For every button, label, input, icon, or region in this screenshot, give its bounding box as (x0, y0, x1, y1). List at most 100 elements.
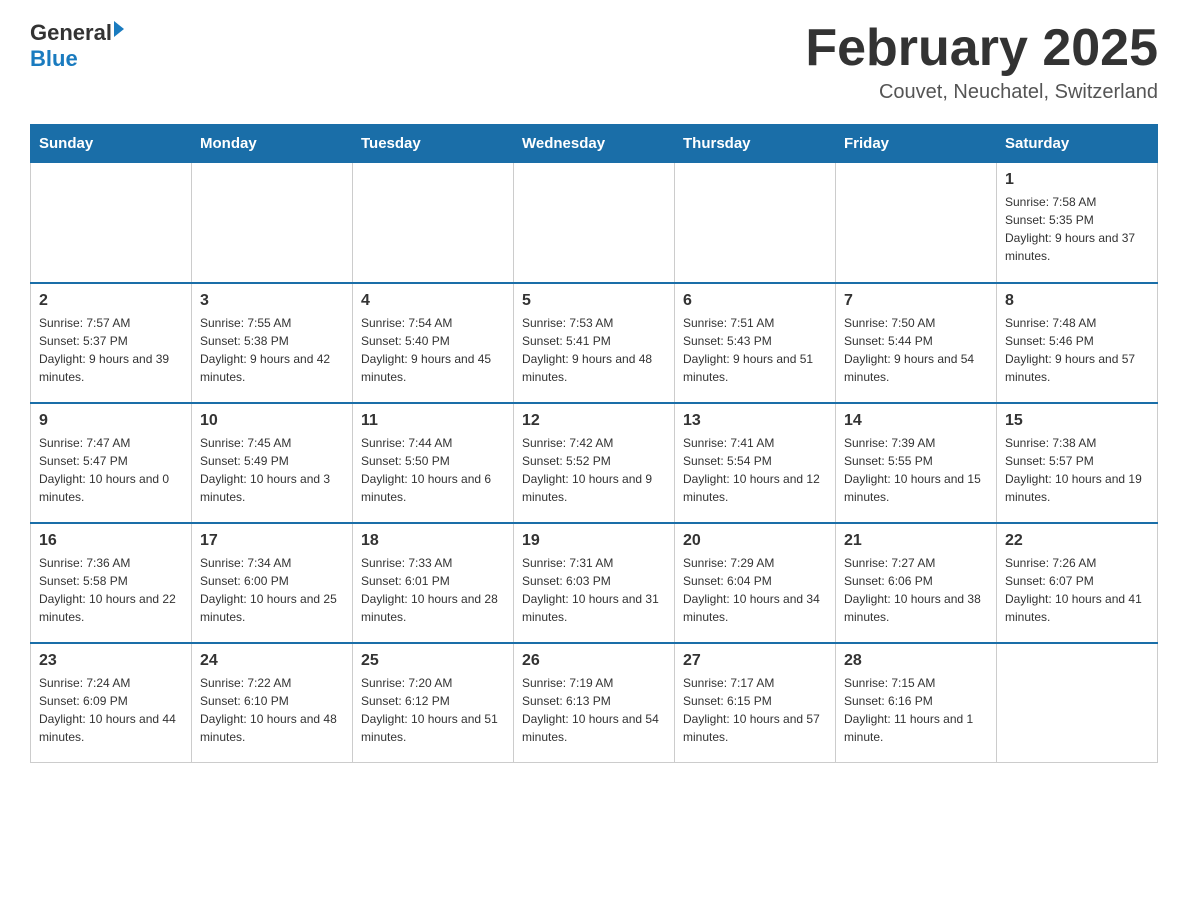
calendar-cell: 15 Sunrise: 7:38 AMSunset: 5:57 PMDayligh… (997, 403, 1158, 523)
calendar-cell: 9 Sunrise: 7:47 AMSunset: 5:47 PMDaylight… (31, 403, 192, 523)
day-info: Sunrise: 7:48 AMSunset: 5:46 PMDaylight:… (1005, 314, 1149, 386)
day-number: 11 (361, 412, 505, 430)
day-number: 9 (39, 412, 183, 430)
day-number: 28 (844, 652, 988, 670)
day-info: Sunrise: 7:31 AMSunset: 6:03 PMDaylight:… (522, 554, 666, 626)
calendar-cell: 2 Sunrise: 7:57 AMSunset: 5:37 PMDaylight… (31, 283, 192, 403)
calendar-cell: 24 Sunrise: 7:22 AMSunset: 6:10 PMDayligh… (192, 643, 353, 763)
calendar-cell: 1 Sunrise: 7:58 AMSunset: 5:35 PMDaylight… (997, 163, 1158, 283)
calendar-week-row: 16 Sunrise: 7:36 AMSunset: 5:58 PMDayligh… (31, 523, 1158, 643)
calendar-header-sunday: Sunday (31, 125, 192, 163)
day-info: Sunrise: 7:41 AMSunset: 5:54 PMDaylight:… (683, 434, 827, 506)
calendar-cell: 13 Sunrise: 7:41 AMSunset: 5:54 PMDayligh… (675, 403, 836, 523)
calendar-cell: 16 Sunrise: 7:36 AMSunset: 5:58 PMDayligh… (31, 523, 192, 643)
day-number: 21 (844, 532, 988, 550)
day-number: 19 (522, 532, 666, 550)
day-number: 10 (200, 412, 344, 430)
calendar-cell (353, 163, 514, 283)
calendar-header-monday: Monday (192, 125, 353, 163)
calendar-cell: 25 Sunrise: 7:20 AMSunset: 6:12 PMDayligh… (353, 643, 514, 763)
day-info: Sunrise: 7:51 AMSunset: 5:43 PMDaylight:… (683, 314, 827, 386)
calendar-cell: 26 Sunrise: 7:19 AMSunset: 6:13 PMDayligh… (514, 643, 675, 763)
day-info: Sunrise: 7:47 AMSunset: 5:47 PMDaylight:… (39, 434, 183, 506)
day-info: Sunrise: 7:44 AMSunset: 5:50 PMDaylight:… (361, 434, 505, 506)
calendar-cell: 7Sunrise: 7:50 AMSunset: 5:44 PMDaylight… (836, 283, 997, 403)
day-info: Sunrise: 7:38 AMSunset: 5:57 PMDaylight:… (1005, 434, 1149, 506)
calendar-header-wednesday: Wednesday (514, 125, 675, 163)
calendar-cell: 14 Sunrise: 7:39 AMSunset: 5:55 PMDayligh… (836, 403, 997, 523)
day-number: 25 (361, 652, 505, 670)
day-number: 22 (1005, 532, 1149, 550)
day-info: Sunrise: 7:57 AMSunset: 5:37 PMDaylight:… (39, 314, 183, 386)
day-number: 7 (844, 292, 988, 310)
day-info: Sunrise: 7:24 AMSunset: 6:09 PMDaylight:… (39, 674, 183, 746)
calendar-title: February 2025 (805, 20, 1158, 77)
day-info: Sunrise: 7:58 AMSunset: 5:35 PMDaylight:… (1005, 193, 1149, 265)
calendar-table: SundayMondayTuesdayWednesdayThursdayFrid… (30, 124, 1158, 763)
calendar-cell: 3Sunrise: 7:55 AMSunset: 5:38 PMDaylight… (192, 283, 353, 403)
calendar-cell: 12 Sunrise: 7:42 AMSunset: 5:52 PMDayligh… (514, 403, 675, 523)
day-info: Sunrise: 7:55 AMSunset: 5:38 PMDaylight:… (200, 314, 344, 386)
day-number: 16 (39, 532, 183, 550)
day-number: 13 (683, 412, 827, 430)
calendar-cell: 21 Sunrise: 7:27 AMSunset: 6:06 PMDayligh… (836, 523, 997, 643)
calendar-header-row: SundayMondayTuesdayWednesdayThursdayFrid… (31, 125, 1158, 163)
calendar-cell: 23 Sunrise: 7:24 AMSunset: 6:09 PMDayligh… (31, 643, 192, 763)
logo-general-text: General (30, 20, 112, 46)
calendar-cell: 8Sunrise: 7:48 AMSunset: 5:46 PMDaylight… (997, 283, 1158, 403)
day-number: 26 (522, 652, 666, 670)
day-info: Sunrise: 7:54 AMSunset: 5:40 PMDaylight:… (361, 314, 505, 386)
day-info: Sunrise: 7:19 AMSunset: 6:13 PMDaylight:… (522, 674, 666, 746)
day-number: 18 (361, 532, 505, 550)
day-number: 23 (39, 652, 183, 670)
day-info: Sunrise: 7:22 AMSunset: 6:10 PMDaylight:… (200, 674, 344, 746)
day-number: 14 (844, 412, 988, 430)
day-number: 20 (683, 532, 827, 550)
calendar-cell: 4 Sunrise: 7:54 AMSunset: 5:40 PMDaylight… (353, 283, 514, 403)
calendar-cell: 11 Sunrise: 7:44 AMSunset: 5:50 PMDayligh… (353, 403, 514, 523)
day-info: Sunrise: 7:45 AMSunset: 5:49 PMDaylight:… (200, 434, 344, 506)
day-info: Sunrise: 7:29 AMSunset: 6:04 PMDaylight:… (683, 554, 827, 626)
calendar-cell: 22Sunrise: 7:26 AMSunset: 6:07 PMDayligh… (997, 523, 1158, 643)
day-number: 12 (522, 412, 666, 430)
day-info: Sunrise: 7:27 AMSunset: 6:06 PMDaylight:… (844, 554, 988, 626)
day-info: Sunrise: 7:34 AMSunset: 6:00 PMDaylight:… (200, 554, 344, 626)
calendar-cell: 27Sunrise: 7:17 AMSunset: 6:15 PMDayligh… (675, 643, 836, 763)
day-number: 4 (361, 292, 505, 310)
day-info: Sunrise: 7:53 AMSunset: 5:41 PMDaylight:… (522, 314, 666, 386)
day-info: Sunrise: 7:42 AMSunset: 5:52 PMDaylight:… (522, 434, 666, 506)
calendar-header-thursday: Thursday (675, 125, 836, 163)
calendar-cell: 18 Sunrise: 7:33 AMSunset: 6:01 PMDayligh… (353, 523, 514, 643)
logo: General Blue (30, 20, 124, 72)
calendar-cell: 6Sunrise: 7:51 AMSunset: 5:43 PMDaylight… (675, 283, 836, 403)
day-info: Sunrise: 7:17 AMSunset: 6:15 PMDaylight:… (683, 674, 827, 746)
day-number: 5 (522, 292, 666, 310)
calendar-cell: 28 Sunrise: 7:15 AMSunset: 6:16 PMDayligh… (836, 643, 997, 763)
day-number: 2 (39, 292, 183, 310)
calendar-subtitle: Couvet, Neuchatel, Switzerland (805, 81, 1158, 104)
day-number: 17 (200, 532, 344, 550)
day-info: Sunrise: 7:20 AMSunset: 6:12 PMDaylight:… (361, 674, 505, 746)
day-number: 15 (1005, 412, 1149, 430)
calendar-header-friday: Friday (836, 125, 997, 163)
calendar-week-row: 2 Sunrise: 7:57 AMSunset: 5:37 PMDaylight… (31, 283, 1158, 403)
day-number: 24 (200, 652, 344, 670)
day-info: Sunrise: 7:39 AMSunset: 5:55 PMDaylight:… (844, 434, 988, 506)
day-info: Sunrise: 7:15 AMSunset: 6:16 PMDaylight:… (844, 674, 988, 746)
calendar-header-tuesday: Tuesday (353, 125, 514, 163)
calendar-cell: 17 Sunrise: 7:34 AMSunset: 6:00 PMDayligh… (192, 523, 353, 643)
logo-blue-text: Blue (30, 46, 78, 72)
calendar-cell (997, 643, 1158, 763)
calendar-cell (31, 163, 192, 283)
calendar-cell: 5 Sunrise: 7:53 AMSunset: 5:41 PMDaylight… (514, 283, 675, 403)
calendar-cell (836, 163, 997, 283)
title-block: February 2025 Couvet, Neuchatel, Switzer… (805, 20, 1158, 104)
calendar-week-row: 9 Sunrise: 7:47 AMSunset: 5:47 PMDaylight… (31, 403, 1158, 523)
day-number: 1 (1005, 171, 1149, 189)
day-info: Sunrise: 7:33 AMSunset: 6:01 PMDaylight:… (361, 554, 505, 626)
page-header: General Blue February 2025 Couvet, Neuch… (30, 20, 1158, 104)
calendar-cell: 10 Sunrise: 7:45 AMSunset: 5:49 PMDayligh… (192, 403, 353, 523)
calendar-cell: 20 Sunrise: 7:29 AMSunset: 6:04 PMDayligh… (675, 523, 836, 643)
calendar-week-row: 1 Sunrise: 7:58 AMSunset: 5:35 PMDaylight… (31, 163, 1158, 283)
day-info: Sunrise: 7:36 AMSunset: 5:58 PMDaylight:… (39, 554, 183, 626)
